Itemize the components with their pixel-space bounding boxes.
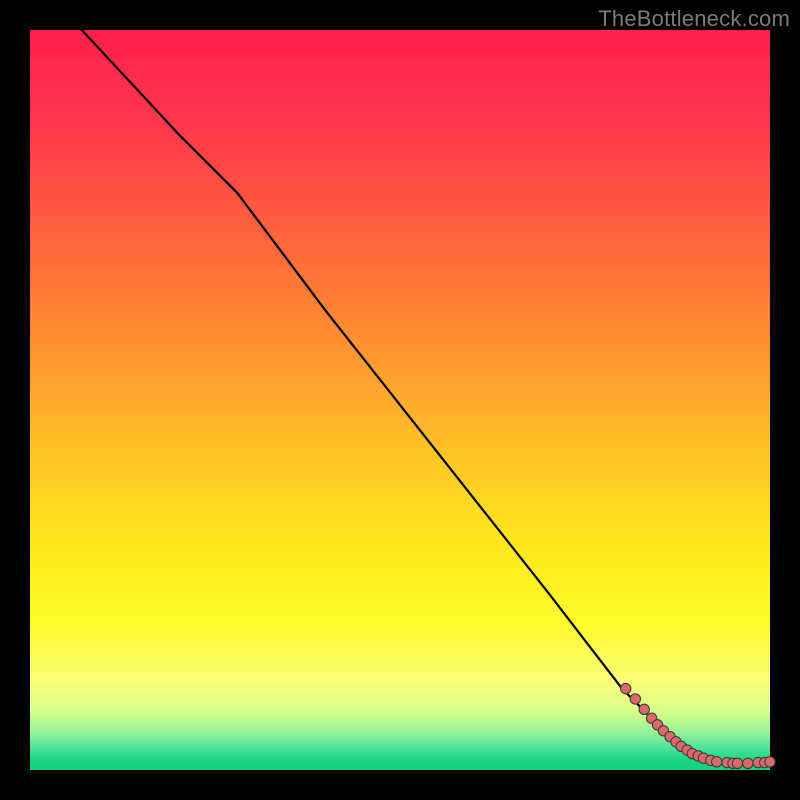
data-point <box>732 758 742 768</box>
data-point <box>765 757 775 767</box>
data-point <box>712 757 722 767</box>
data-point <box>743 758 753 768</box>
chart-frame: TheBottleneck.com <box>0 0 800 800</box>
chart-points <box>621 683 776 768</box>
data-point <box>639 704 649 714</box>
watermark-text: TheBottleneck.com <box>598 6 790 32</box>
chart-svg <box>30 30 770 770</box>
data-point <box>621 683 631 693</box>
chart-curve <box>82 30 770 764</box>
chart-plot-area <box>30 30 770 770</box>
data-point <box>630 694 640 704</box>
